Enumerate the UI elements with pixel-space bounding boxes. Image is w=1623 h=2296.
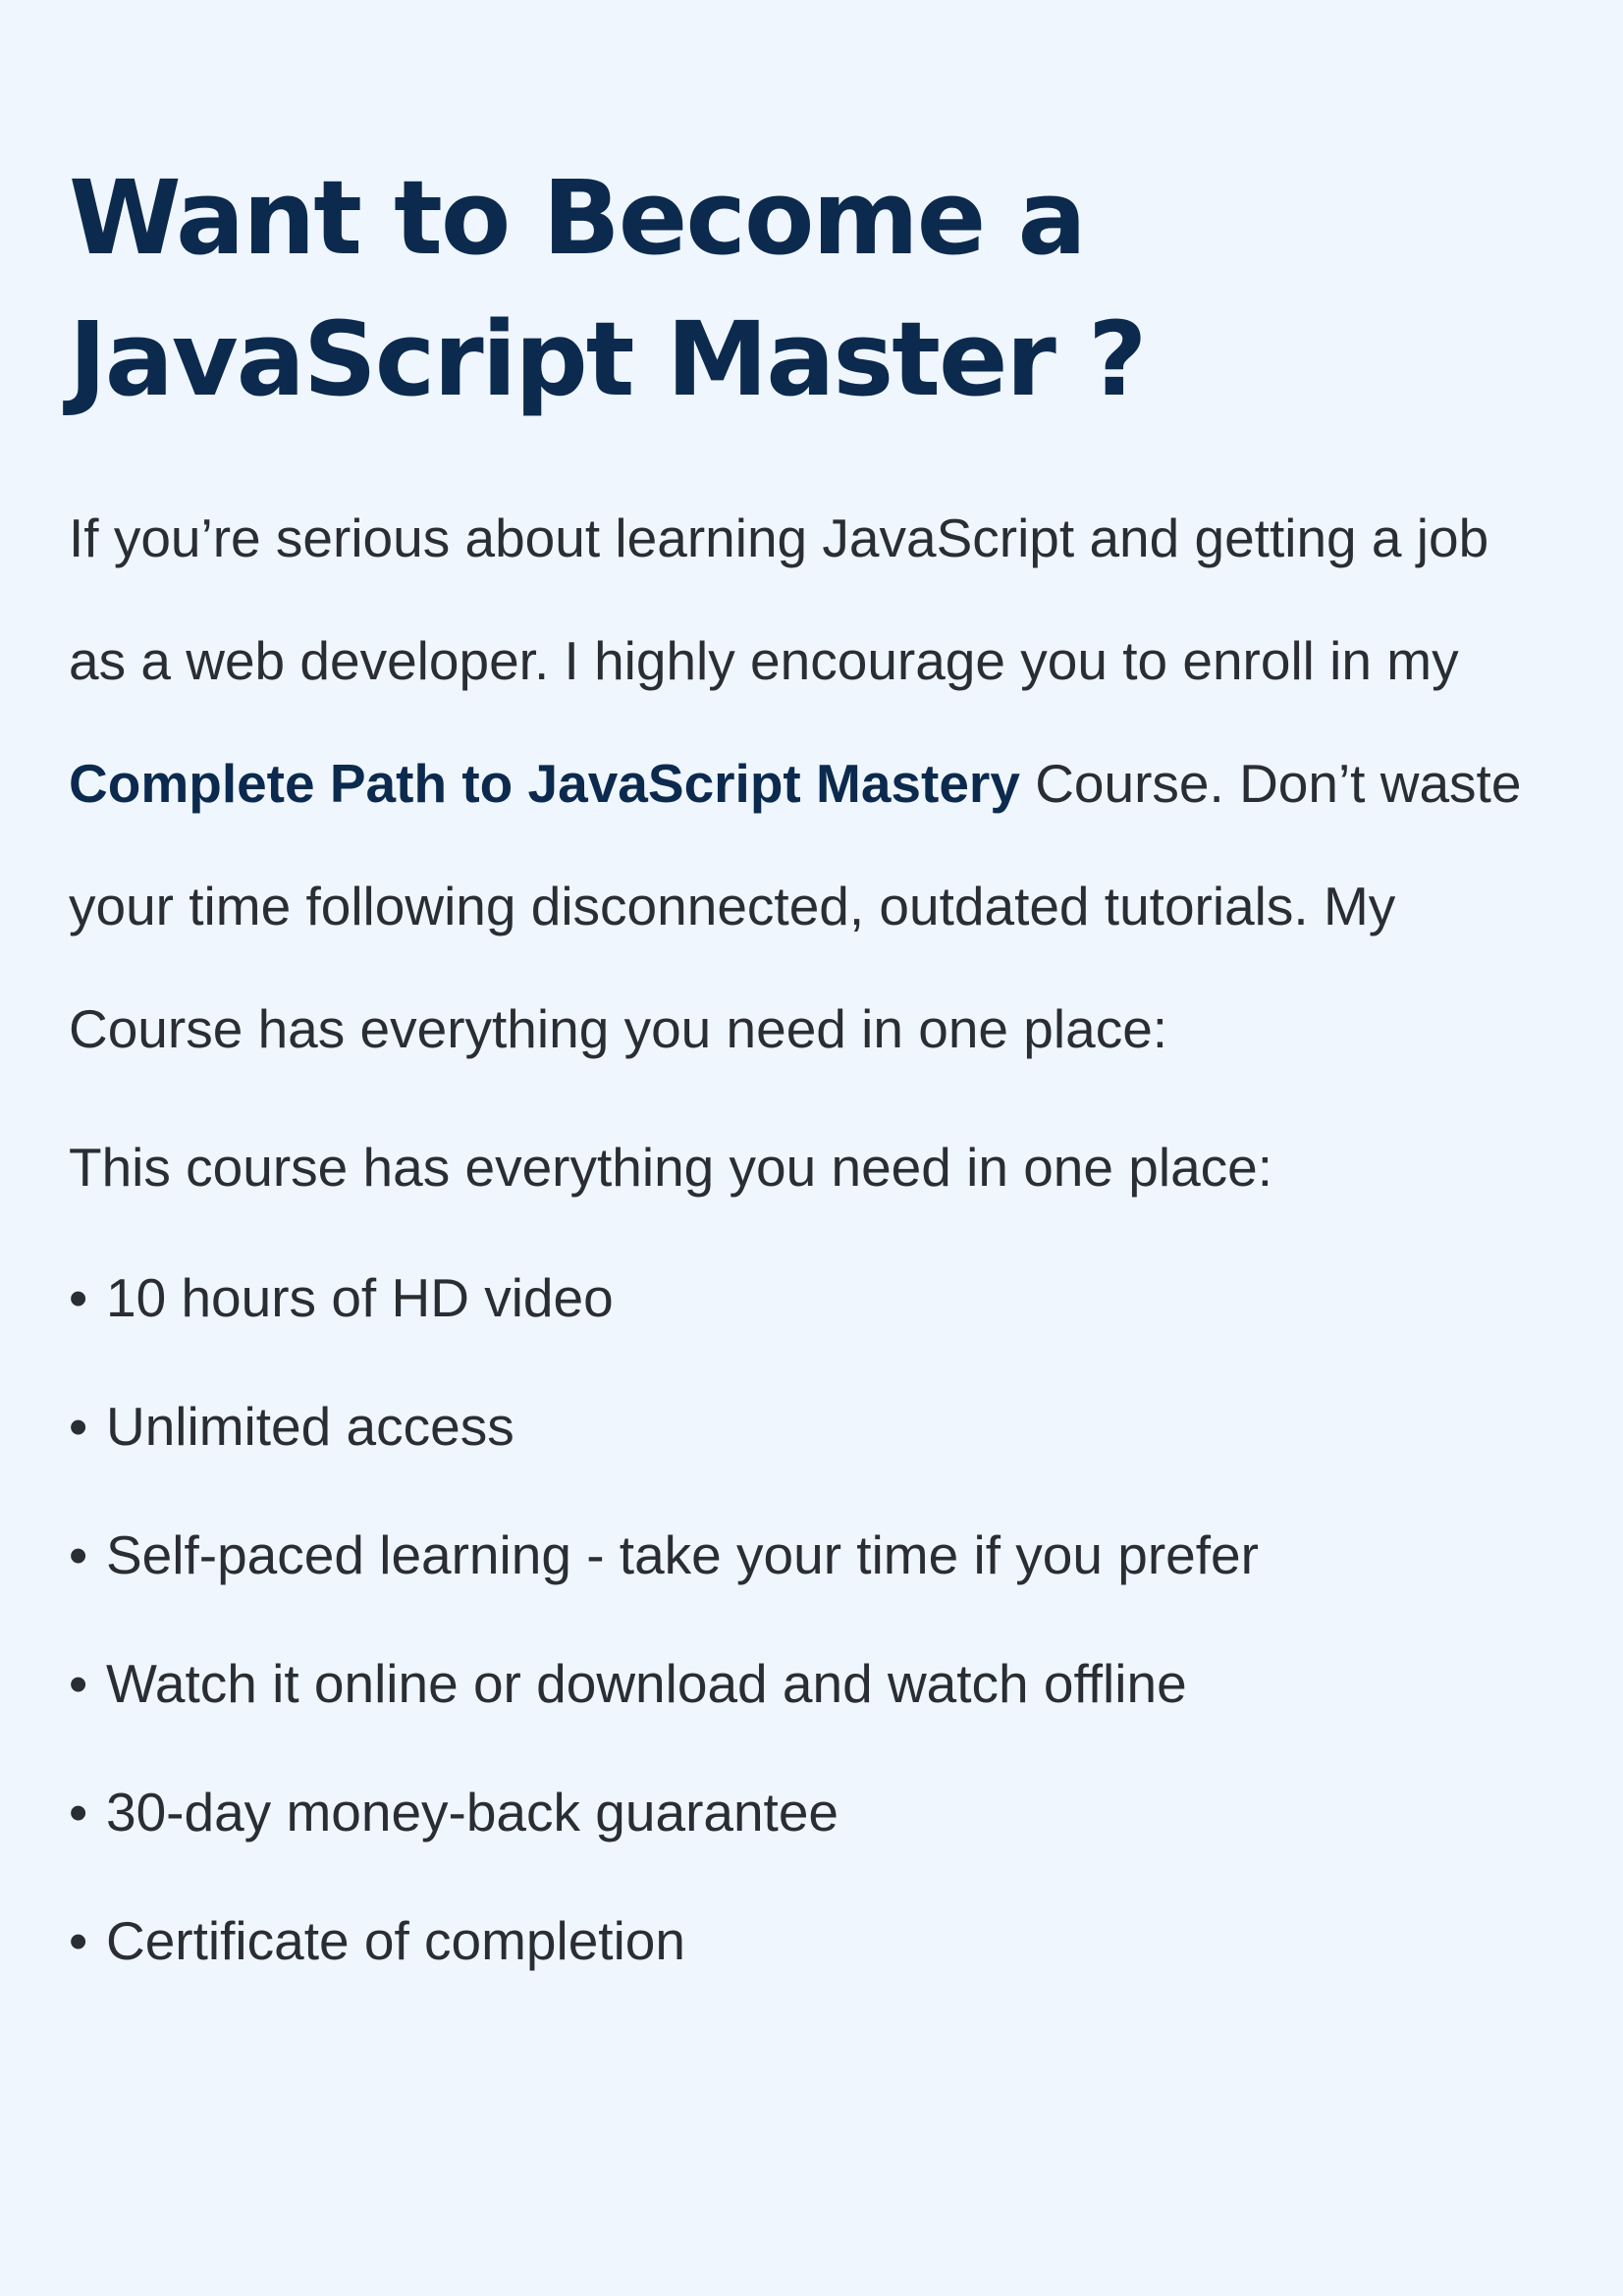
feature-text: 30-day money-back guarantee <box>106 1782 839 1842</box>
list-item: • Watch it online or download and watch o… <box>69 1620 1554 1748</box>
list-item: • Self-paced learning - take your time if… <box>69 1491 1554 1620</box>
title-line-2: JavaScript Master ? <box>69 299 1147 419</box>
bullet-icon: • <box>69 1396 88 1457</box>
feature-text: Self-paced learning - take your time if … <box>106 1524 1259 1585</box>
feature-text: 10 hours of HD video <box>106 1267 614 1328</box>
feature-text: Watch it online or download and watch of… <box>106 1653 1187 1714</box>
features-lead: This course has everything you need in o… <box>69 1137 1273 1198</box>
list-item: • Certificate of completion <box>69 1877 1554 2005</box>
list-item: • Unlimited access <box>69 1362 1554 1491</box>
list-item: • 30-day money-back guarantee <box>69 1748 1554 1877</box>
bullet-icon: • <box>69 1910 88 1971</box>
bullet-icon: • <box>69 1782 88 1842</box>
features-list: • 10 hours of HD video • Unlimited access … <box>69 1234 1554 2005</box>
course-link[interactable]: Complete Path to JavaScript Mastery <box>69 753 1020 814</box>
page-title: Want to Become a JavaScript Master ? <box>69 147 1554 430</box>
intro-text-before-link: If you’re serious about learning JavaScr… <box>69 507 1489 691</box>
bullet-icon: • <box>69 1267 88 1328</box>
bullet-icon: • <box>69 1524 88 1585</box>
list-item: • 10 hours of HD video <box>69 1234 1554 1362</box>
bullet-icon: • <box>69 1653 88 1714</box>
title-line-1: Want to Become a <box>69 158 1087 278</box>
feature-text: Unlimited access <box>106 1396 514 1457</box>
page: Want to Become a JavaScript Master ? If … <box>0 0 1623 2296</box>
intro-paragraph: If you’re serious about learning JavaScr… <box>69 477 1554 1091</box>
feature-text: Certificate of completion <box>106 1910 685 1971</box>
